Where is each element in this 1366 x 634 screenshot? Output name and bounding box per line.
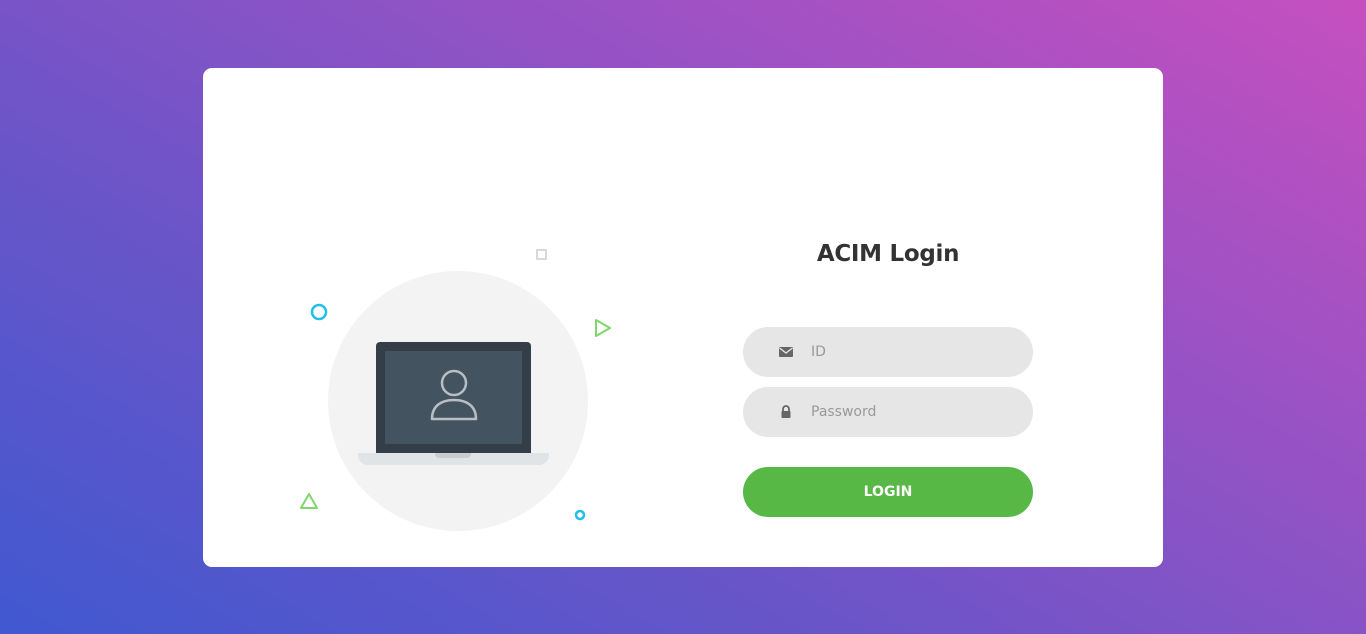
green-triangle-up-decoration <box>300 493 318 509</box>
user-icon <box>430 369 478 421</box>
id-input[interactable] <box>811 327 1011 377</box>
login-button[interactable]: LOGIN <box>743 467 1033 517</box>
login-form: ACIM Login LOGIN <box>743 68 1033 567</box>
password-field[interactable] <box>743 387 1033 437</box>
blue-circle-decoration <box>310 303 328 321</box>
green-triangle-right-decoration <box>595 319 611 337</box>
laptop-base <box>358 453 549 465</box>
password-input[interactable] <box>811 387 1011 437</box>
gray-square-decoration <box>536 249 547 260</box>
login-card: ACIM Login LOGIN <box>203 68 1163 567</box>
small-blue-circle-decoration <box>574 509 586 521</box>
id-field[interactable] <box>743 327 1033 377</box>
laptop-notch <box>435 453 471 458</box>
lock-icon <box>781 405 791 418</box>
envelope-icon <box>779 347 793 357</box>
login-title: ACIM Login <box>816 241 960 267</box>
laptop-icon <box>376 342 531 453</box>
laptop-display <box>385 351 522 444</box>
login-illustration <box>203 68 683 567</box>
